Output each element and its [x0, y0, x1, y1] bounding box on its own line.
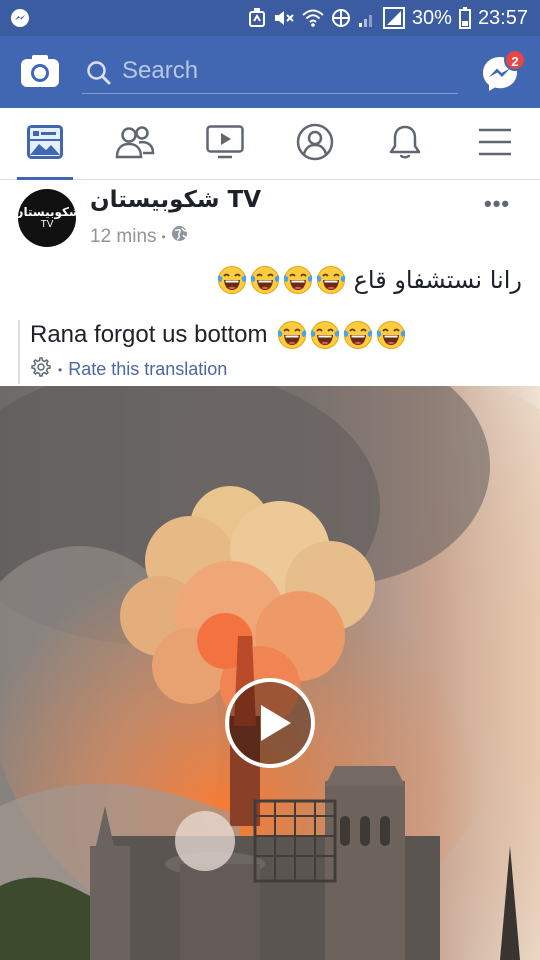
avatar-text-tv: TV	[40, 219, 54, 230]
battery-percent: 30%	[411, 6, 452, 29]
laughing-emoji-icon	[250, 265, 280, 295]
translated-text: Rana forgot us bottom	[30, 320, 406, 350]
tab-watch[interactable]	[189, 108, 261, 180]
hamburger-icon	[477, 127, 513, 162]
globe-icon	[171, 225, 188, 248]
laughing-emoji-group	[217, 265, 346, 295]
rate-translation-link[interactable]: Rate this translation	[68, 359, 227, 380]
wifi-icon	[302, 8, 324, 28]
news-feed-icon	[27, 124, 63, 164]
profile-icon	[296, 123, 334, 166]
laughing-emoji-icon	[316, 265, 346, 295]
app-header: 2	[0, 36, 540, 108]
signal-icon	[382, 7, 405, 29]
video-player[interactable]	[0, 386, 540, 960]
laughing-emoji-icon	[283, 265, 313, 295]
signal-icon	[358, 8, 376, 28]
search-input[interactable]	[122, 54, 442, 88]
post-text: رانا نستشفاو قاع	[217, 265, 522, 295]
battery-icon	[458, 7, 471, 29]
translated-text-content: Rana forgot us bottom	[30, 321, 268, 348]
avatar[interactable]: شكوبيستان TV	[13, 189, 81, 247]
bell-icon	[388, 124, 422, 165]
messenger-notification-icon	[10, 8, 30, 33]
tab-profile[interactable]	[279, 108, 351, 180]
data-saver-icon	[331, 8, 351, 28]
search-icon	[86, 60, 112, 91]
more-options-button[interactable]: •••	[484, 191, 510, 217]
rate-translation-row: • Rate this translation	[30, 356, 227, 383]
post-text-arabic: رانا نستشفاو قاع	[353, 266, 522, 294]
page-name[interactable]: شكوبيستان TV	[90, 187, 261, 213]
video-frame	[0, 386, 540, 960]
tab-friends[interactable]	[99, 108, 171, 180]
tab-menu[interactable]	[459, 108, 531, 180]
post-header: شكوبيستان TV شكوبيستان TV 12 mins • •••	[0, 181, 540, 261]
messenger-badge: 2	[504, 49, 526, 71]
avatar-text-arabic: شكوبيستان	[13, 205, 81, 219]
post-meta: 12 mins •	[90, 225, 188, 248]
mute-icon	[273, 8, 295, 28]
friends-icon	[115, 125, 155, 164]
post-time[interactable]: 12 mins	[90, 226, 157, 248]
play-button[interactable]	[225, 678, 315, 768]
laughing-emoji-group	[277, 320, 406, 350]
laughing-emoji-icon	[217, 265, 247, 295]
nfc-icon	[248, 8, 266, 28]
laughing-emoji-icon	[343, 320, 373, 350]
rate-separator: •	[58, 362, 63, 377]
laughing-emoji-icon	[310, 320, 340, 350]
active-tab-indicator	[17, 177, 73, 180]
tab-news-feed[interactable]	[9, 108, 81, 180]
watch-icon	[206, 124, 244, 164]
status-bar: 30% 23:57	[0, 0, 540, 36]
clock: 23:57	[477, 6, 528, 29]
camera-icon[interactable]	[20, 54, 60, 93]
meta-separator: •	[161, 229, 166, 244]
laughing-emoji-icon	[277, 320, 307, 350]
play-icon	[257, 703, 293, 748]
search-bar[interactable]	[82, 50, 458, 94]
translation-block: Rana forgot us bottom • Rate this transl…	[18, 320, 528, 384]
gear-icon[interactable]	[30, 356, 52, 383]
laughing-emoji-icon	[376, 320, 406, 350]
tab-bar	[0, 108, 540, 180]
tab-notifications[interactable]	[369, 108, 441, 180]
